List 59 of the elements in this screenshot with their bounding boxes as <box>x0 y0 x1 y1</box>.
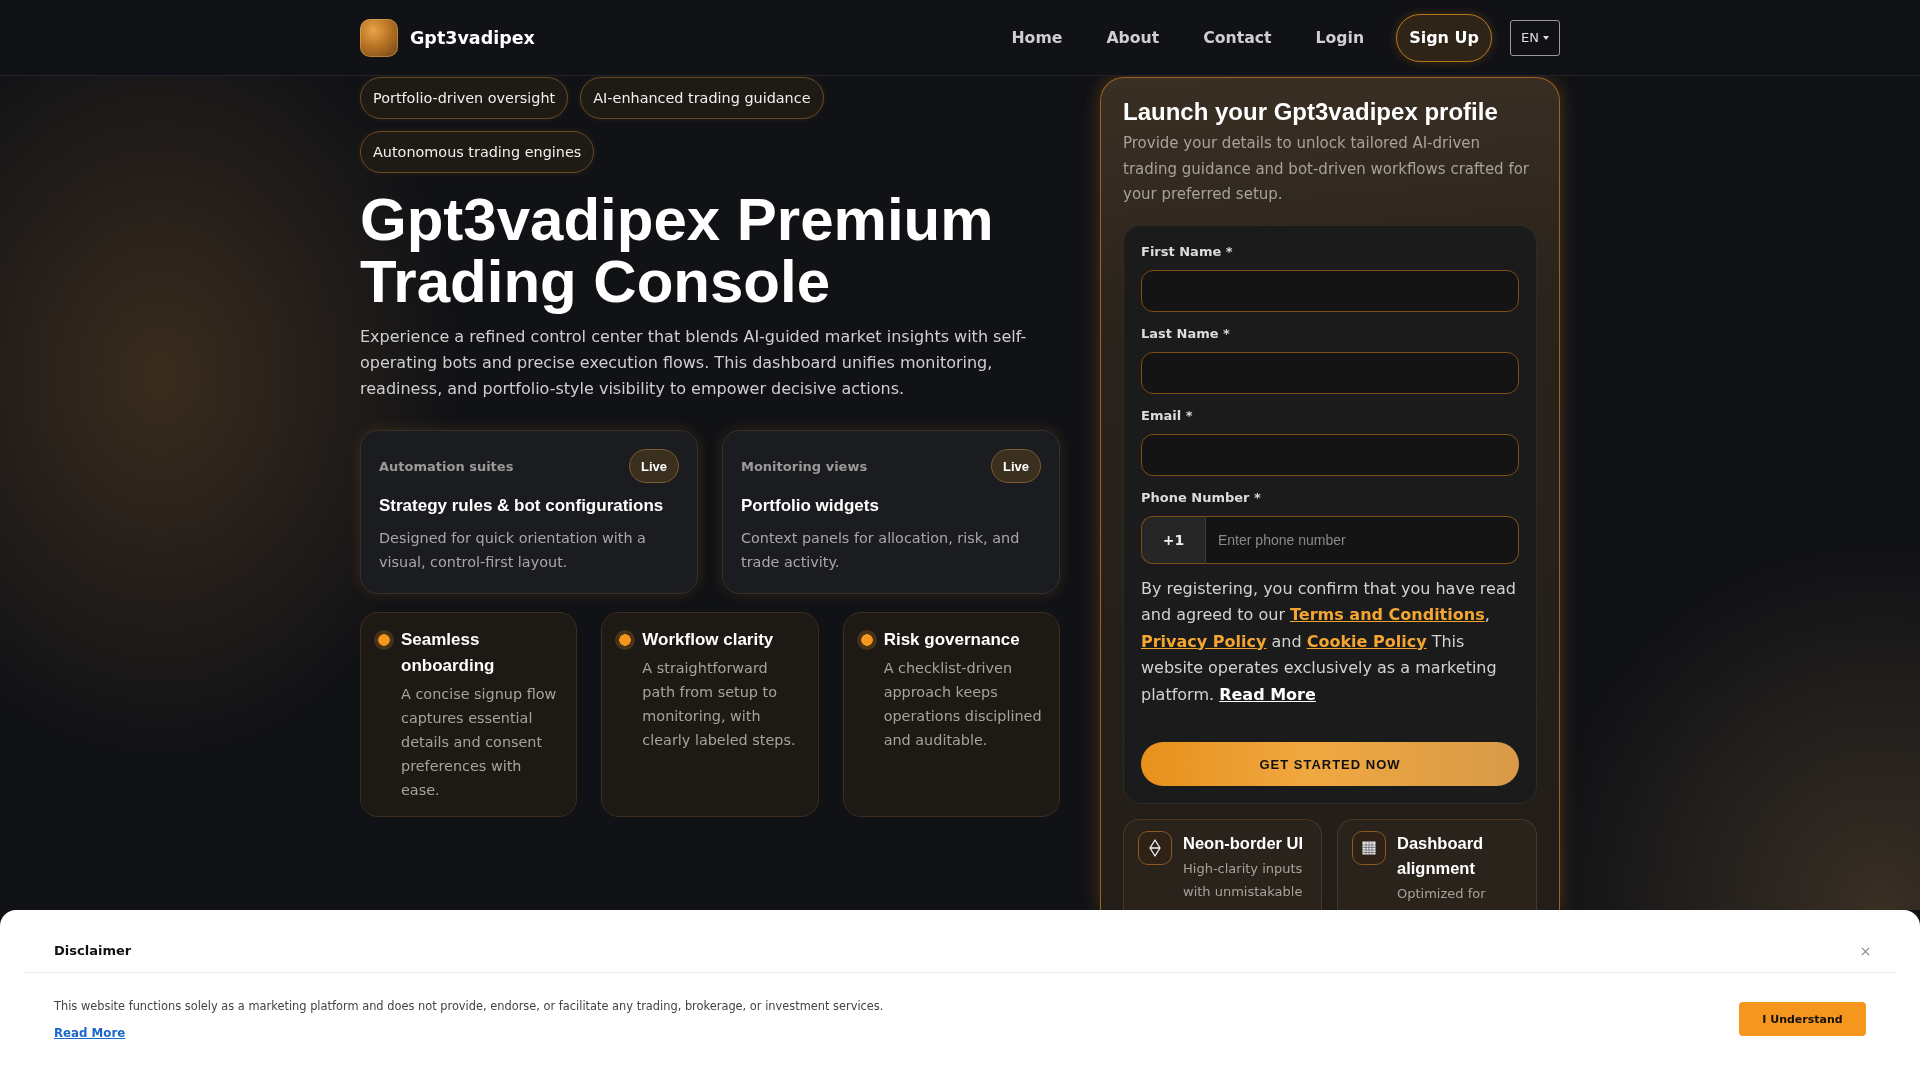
nav-link[interactable]: Login <box>1315 28 1365 47</box>
highlight-title: Risk governance <box>883 629 1021 651</box>
logo-icon <box>360 18 398 57</box>
input-field[interactable] <box>1141 433 1519 476</box>
sign-up-button[interactable]: Sign Up <box>1396 13 1492 62</box>
phone-input[interactable]: Enter phone number <box>1206 515 1519 564</box>
live-badge: Live <box>991 449 1041 483</box>
feature-tag: Portfolio-driven oversight <box>360 77 569 119</box>
input-field[interactable] <box>1141 351 1519 394</box>
input-field[interactable] <box>1141 269 1519 312</box>
card-title: Portfolio widgets <box>741 495 880 517</box>
caret-icon <box>1542 35 1549 40</box>
nav-link[interactable]: Contact <box>1203 28 1272 47</box>
card-description: Context panels for allocation, risk, and trade activity. <box>741 529 1021 572</box>
hero-description: Experience a refined control center that blends AI-guided market insights with self-operating bots and precise execution flows. This dashboard unifies monitoring, readiness, and portfolio-style visibility to empower decisive actions. <box>360 326 1028 400</box>
signup-description: Provide your details to unlock tailored AI-driven trading guidance and bot-driven workflows crafted for your preferred setup. <box>1123 133 1531 205</box>
highlight-description: A concise signup flow captures essential details and consent preferences with ease. <box>401 685 558 800</box>
highlight-title: Seamless onboarding <box>401 629 496 677</box>
feature-title: Neon-border UI <box>1183 833 1305 854</box>
live-badge: Live <box>629 449 679 483</box>
dot-icon <box>856 630 877 650</box>
close-icon <box>1861 946 1870 956</box>
diamond-icon <box>1138 831 1172 865</box>
feature-description: Optimized for <box>1397 885 1487 903</box>
feature-tag: AI-enhanced trading guidance <box>580 77 824 119</box>
policy-link[interactable]: Cookie Policy <box>1306 631 1427 651</box>
card-description: Designed for quick orientation with a visual, control-first layout. <box>379 529 647 572</box>
understand-button[interactable]: I Understand <box>1739 1002 1866 1036</box>
read-more-link[interactable]: Read More <box>54 1026 126 1040</box>
field-label: Last Name * <box>1141 324 1231 343</box>
dot-icon <box>374 630 394 650</box>
nav-link[interactable]: About <box>1106 28 1160 47</box>
nav-link[interactable]: Home <box>1011 28 1063 47</box>
policy-link[interactable]: Terms and Conditions <box>1290 605 1485 624</box>
get-started-button[interactable]: GET STARTED NOW <box>1141 742 1519 786</box>
highlight-title: Workflow clarity <box>642 629 775 651</box>
dot-icon <box>615 630 636 650</box>
signup-title: Launch your Gpt3vadipex profile <box>1123 97 1499 127</box>
field-label: Email * <box>1141 406 1194 425</box>
field-label: Phone Number * <box>1141 488 1262 507</box>
card-label: Automation suites <box>379 458 514 474</box>
hero-title: Gpt3vadipex Premium Trading Console <box>360 189 995 313</box>
brand-name[interactable]: Gpt3vadipex <box>410 27 535 48</box>
country-code[interactable]: +1 <box>1141 515 1206 564</box>
highlight-description: A checklist-driven approach keeps operations disciplined and auditable. <box>883 659 1043 750</box>
highlight-description: A straightforward path from setup to monitoring, with clearly labeled steps. <box>642 659 797 750</box>
language-select[interactable]: EN <box>1510 19 1560 56</box>
disclaimer-text: This website functions solely as a marketing platform and does not provide, endorse, or facilitate any trading, brokerage, or investment services. <box>54 998 884 1015</box>
read-more-link[interactable]: Read More <box>1219 684 1316 704</box>
feature-description: High-clarity inputs with unmistakable <box>1183 860 1304 901</box>
card-label: Monitoring views <box>741 458 868 474</box>
feature-tag: Autonomous trading engines <box>360 131 595 173</box>
consent-text: By registering, you confirm that you have read and agreed to our Terms and Conditions, Privacy Policy and Cookie Policy This website operates exclusively as a marketing platform. Read More <box>1141 577 1517 706</box>
card-title: Strategy rules & bot configurations <box>379 495 665 517</box>
policy-link[interactable]: Privacy Policy <box>1141 631 1267 651</box>
disclaimer-title: Disclaimer <box>54 942 132 960</box>
grid-icon <box>1352 831 1386 865</box>
field-label: First Name * <box>1141 242 1234 261</box>
feature-title: Dashboard alignment <box>1397 833 1485 879</box>
